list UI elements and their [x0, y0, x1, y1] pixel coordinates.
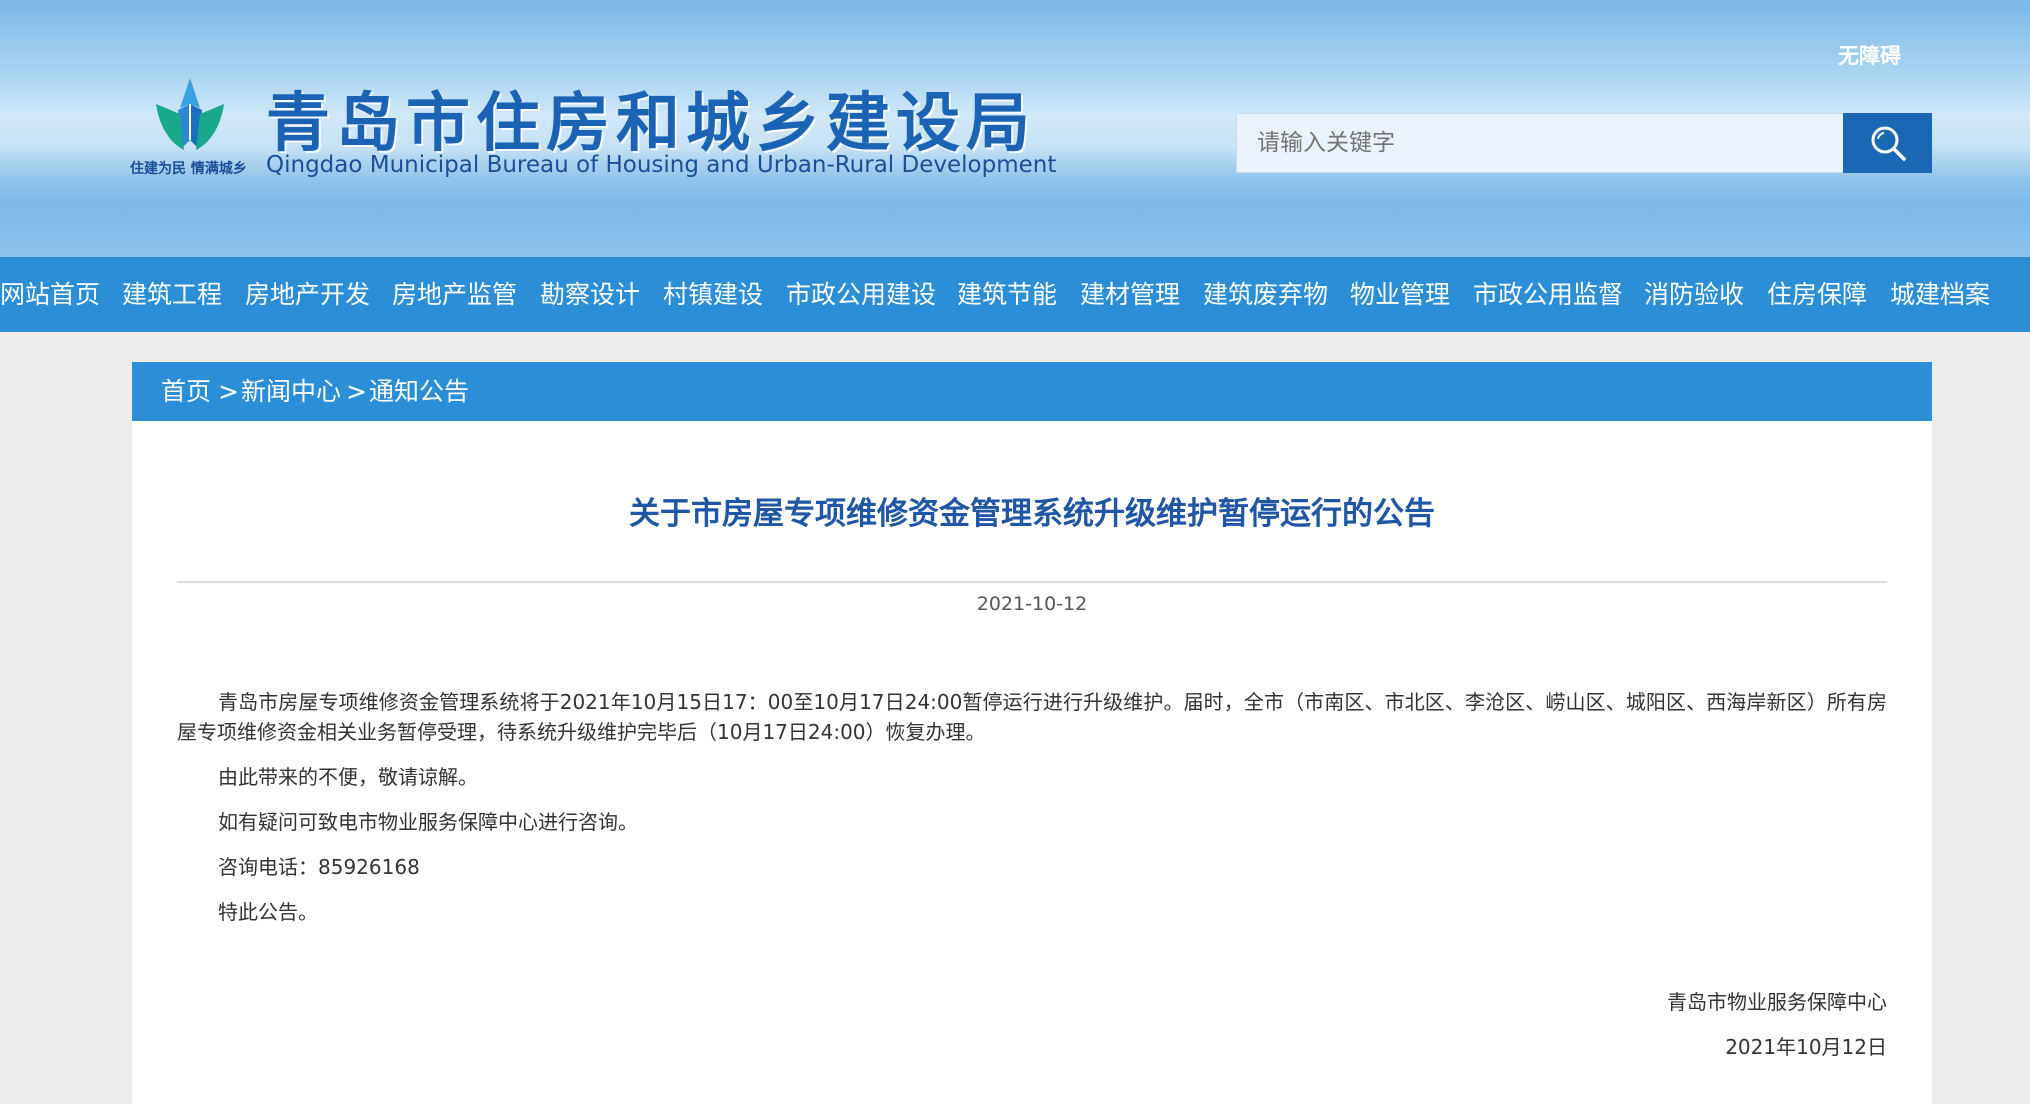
breadcrumb-news-center[interactable]: 新闻中心	[241, 362, 341, 421]
site-title[interactable]: 青岛市住房和城乡建设局	[266, 72, 1036, 164]
nav-item-village-construction[interactable]: 村镇建设	[663, 257, 763, 332]
nav-item-construction-waste[interactable]: 建筑废弃物	[1203, 257, 1328, 332]
search-button[interactable]	[1843, 113, 1932, 173]
bureau-emblem-icon	[156, 78, 224, 150]
nav-item-property-management[interactable]: 物业管理	[1350, 257, 1450, 332]
article-paragraph: 咨询电话：85926168	[218, 855, 420, 879]
article-title: 关于市房屋专项维修资金管理系统升级维护暂停运行的公告	[629, 496, 1435, 532]
nav-item-fire-acceptance[interactable]: 消防验收	[1644, 257, 1744, 332]
nav-item-real-estate-supervision[interactable]: 房地产监管	[392, 257, 517, 332]
main-nav: 网站首页 建筑工程 房地产开发 房地产监管 勘察设计 村镇建设 市政公用建设 建…	[0, 257, 2030, 332]
nav-item-building-materials[interactable]: 建材管理	[1080, 257, 1180, 332]
signature-organization: 青岛市物业服务保障中心	[1667, 990, 1887, 1014]
nav-item-urban-archives[interactable]: 城建档案	[1890, 257, 1990, 332]
nav-item-real-estate-development[interactable]: 房地产开发	[245, 257, 370, 332]
nav-item-construction[interactable]: 建筑工程	[122, 257, 222, 332]
breadcrumb-home[interactable]: 首页	[161, 362, 211, 421]
article-paragraph: 青岛市房屋专项维修资金管理系统将于2021年10月15日17：00至10月17日…	[177, 690, 1887, 744]
title-divider	[177, 581, 1887, 583]
article-paragraph: 特此公告。	[218, 900, 318, 924]
nav-item-building-energy[interactable]: 建筑节能	[957, 257, 1057, 332]
logo-slogan: 住建为民 情满城乡	[130, 161, 247, 177]
accessibility-link[interactable]: 无障碍	[1838, 40, 1901, 70]
nav-item-municipal-construction[interactable]: 市政公用建设	[786, 257, 936, 332]
nav-item-housing-security[interactable]: 住房保障	[1767, 257, 1867, 332]
breadcrumb-separator: >	[346, 377, 367, 406]
nav-item-municipal-supervision[interactable]: 市政公用监督	[1473, 257, 1623, 332]
nav-item-survey-design[interactable]: 勘察设计	[540, 257, 640, 332]
breadcrumb-notices[interactable]: 通知公告	[369, 362, 469, 421]
signature-date: 2021年10月12日	[1725, 1035, 1887, 1059]
nav-item-home[interactable]: 网站首页	[0, 257, 100, 332]
article-paragraph: 由此带来的不便，敬请谅解。	[218, 765, 478, 789]
search-icon	[1871, 126, 1906, 161]
site-title-english: Qingdao Municipal Bureau of Housing and …	[266, 152, 1057, 178]
publish-date: 2021-10-12	[976, 593, 1088, 615]
site-header: 住建为民 情满城乡 青岛市住房和城乡建设局 Qingdao Municipal …	[0, 0, 2030, 257]
search-input[interactable]	[1236, 113, 1844, 173]
breadcrumb: 首页 > 新闻中心 > 通知公告	[132, 362, 1932, 421]
breadcrumb-separator: >	[218, 377, 239, 406]
article-container: 首页 > 新闻中心 > 通知公告 关于市房屋专项维修资金管理系统升级维护暂停运行…	[132, 362, 1932, 1104]
article-paragraph: 如有疑问可致电市物业服务保障中心进行咨询。	[218, 810, 638, 834]
